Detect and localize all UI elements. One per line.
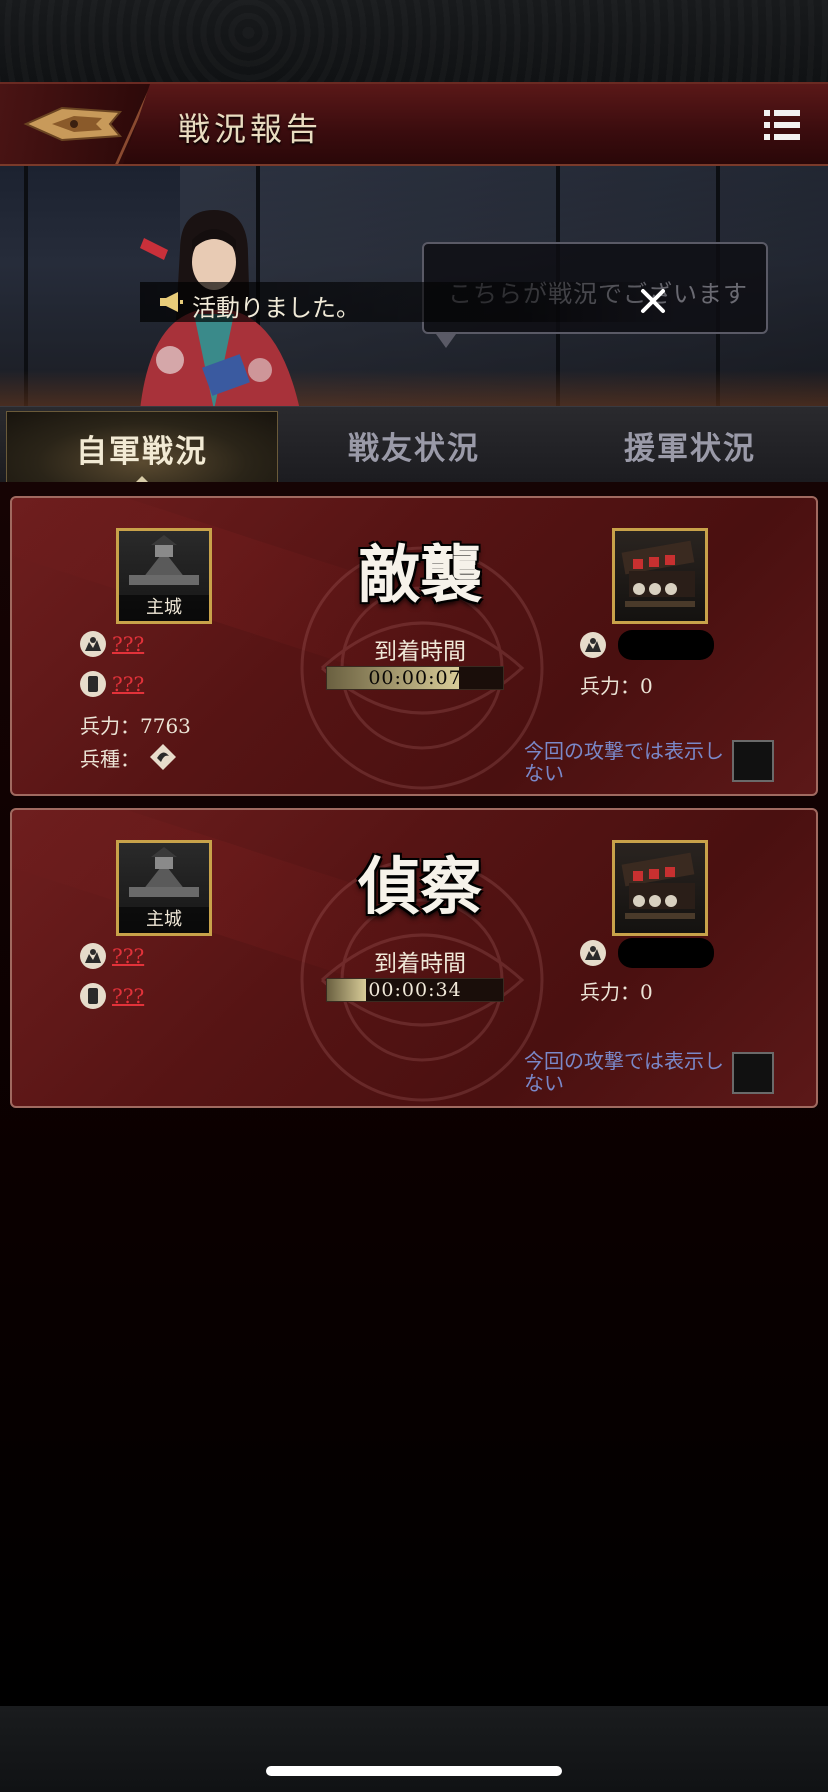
page-title: 戦況報告 bbox=[178, 110, 323, 148]
home-indicator[interactable] bbox=[266, 1766, 562, 1776]
report-card[interactable]: 主城 偵察 ??? ??? 到着時間 00:00:34 兵力：0 今回の攻撃では… bbox=[10, 808, 818, 1108]
tab-allies[interactable]: 戦友状況 bbox=[276, 407, 552, 483]
activity-notice: 活動りました。 bbox=[140, 282, 680, 322]
unknown-value: ??? bbox=[112, 984, 145, 1008]
enemy-unit-thumbnail bbox=[612, 840, 708, 936]
timer-text: 00:00:34 bbox=[368, 979, 462, 1001]
commander-icon bbox=[80, 631, 106, 657]
arrival-timer: 00:00:34 bbox=[326, 978, 504, 1002]
report-list: 主城 敵襲 ??? ??? 兵力：7763 兵種： 到着時間 00:00:07 … bbox=[0, 482, 828, 1706]
tab-reinforcements[interactable]: 援軍状況 bbox=[552, 407, 828, 483]
scroll-icon bbox=[80, 983, 106, 1009]
castle-thumbnail: 主城 bbox=[116, 840, 212, 936]
commander-icon bbox=[580, 940, 606, 966]
enemy-commander bbox=[580, 630, 714, 660]
troop-type-label: 兵種： bbox=[80, 746, 140, 771]
tab-label: 援軍状況 bbox=[624, 430, 756, 467]
siege-cart-icon bbox=[621, 540, 695, 607]
castle-label: 主城 bbox=[119, 907, 209, 933]
redacted-player-name bbox=[618, 938, 714, 968]
tab-own-army[interactable]: 自軍戦況 bbox=[6, 411, 278, 486]
unknown-value: ??? bbox=[112, 944, 145, 968]
troop-type-icon bbox=[150, 744, 176, 770]
enemy-commander bbox=[580, 938, 714, 968]
tab-label: 自軍戦況 bbox=[76, 433, 208, 470]
attack-type-title: 偵察 bbox=[357, 850, 482, 923]
report-card[interactable]: 主城 敵襲 ??? ??? 兵力：7763 兵種： 到着時間 00:00:07 … bbox=[10, 496, 818, 796]
bottom-texture-band bbox=[0, 1706, 828, 1792]
tab-bar: 自軍戦況 戦友状況 援軍状況 bbox=[0, 406, 828, 486]
level-stat: ??? bbox=[80, 982, 144, 1010]
scroll-icon bbox=[80, 671, 106, 697]
arrival-timer: 00:00:07 bbox=[326, 666, 504, 690]
top-texture-band bbox=[0, 0, 828, 82]
troop-count: 兵力：7763 bbox=[80, 714, 191, 738]
redacted-player-name bbox=[618, 630, 714, 660]
troop-type: 兵種： bbox=[80, 742, 178, 772]
back-arrow-icon bbox=[23, 106, 123, 142]
enemy-troop-count: 兵力：0 bbox=[580, 674, 653, 698]
advisor-banner: こちらが戦況でございます 活動りました。 bbox=[0, 166, 828, 410]
castle-icon bbox=[129, 847, 199, 897]
arrival-label: 到着時間 bbox=[374, 951, 466, 977]
unknown-value: ??? bbox=[112, 632, 145, 656]
arrival-label: 到着時間 bbox=[374, 639, 466, 665]
list-menu-icon[interactable] bbox=[764, 108, 800, 142]
megaphone-icon bbox=[160, 292, 183, 312]
level-stat: ??? bbox=[80, 670, 144, 698]
commander-stat: ??? bbox=[80, 630, 144, 658]
notice-text: 活動りました。 bbox=[192, 294, 360, 322]
hide-report-label[interactable]: 今回の攻撃では表示しない bbox=[524, 740, 724, 784]
castle-thumbnail: 主城 bbox=[116, 528, 212, 624]
commander-icon bbox=[580, 632, 606, 658]
attack-type-title: 敵襲 bbox=[357, 538, 482, 611]
enemy-troop-count: 兵力：0 bbox=[580, 980, 653, 1004]
timer-text: 00:00:07 bbox=[368, 667, 462, 689]
back-button[interactable] bbox=[0, 84, 150, 164]
castle-label: 主城 bbox=[119, 595, 209, 621]
siege-cart-icon bbox=[621, 852, 695, 919]
tab-label: 戦友状況 bbox=[348, 430, 480, 467]
hide-report-checkbox[interactable] bbox=[732, 740, 774, 782]
hide-report-label[interactable]: 今回の攻撃では表示しない bbox=[524, 1050, 724, 1094]
commander-icon bbox=[80, 943, 106, 969]
unknown-value: ??? bbox=[112, 672, 145, 696]
hide-report-checkbox[interactable] bbox=[732, 1052, 774, 1094]
header-bar: 戦況報告 bbox=[0, 82, 828, 166]
enemy-unit-thumbnail bbox=[612, 528, 708, 624]
commander-stat: ??? bbox=[80, 942, 144, 970]
castle-icon bbox=[129, 535, 199, 585]
close-icon[interactable] bbox=[638, 286, 668, 316]
